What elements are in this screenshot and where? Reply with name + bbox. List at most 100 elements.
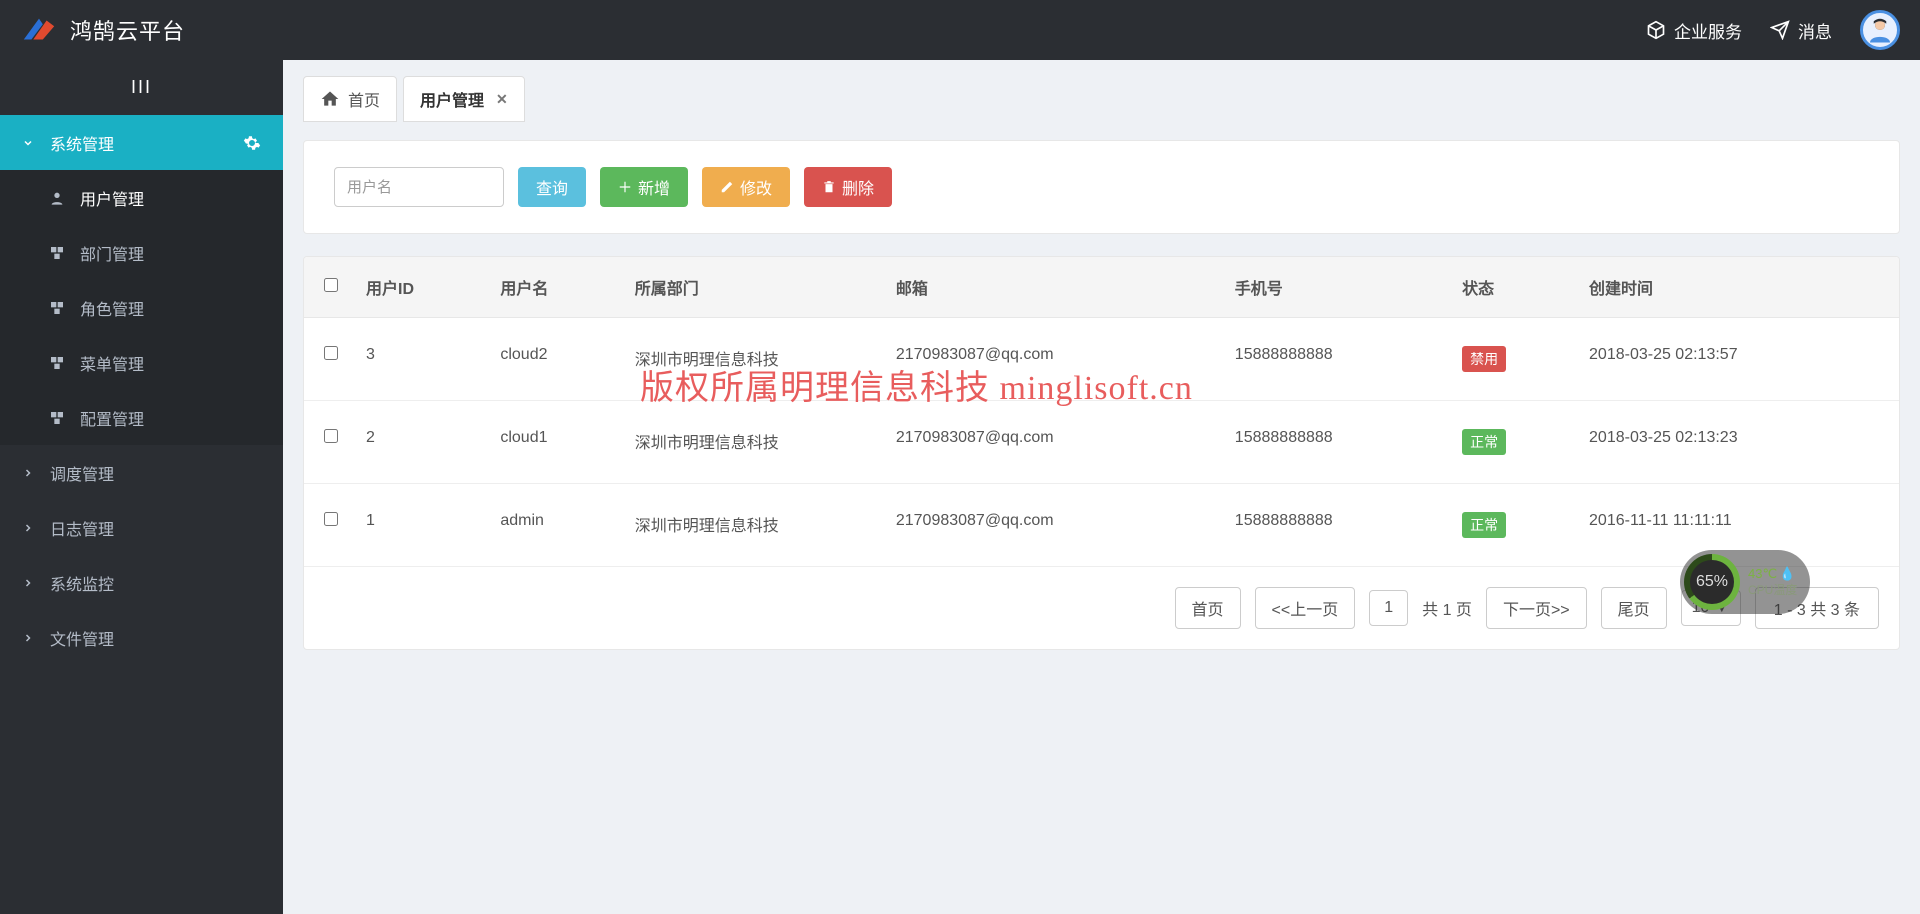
user-table: 用户ID 用户名 所属部门 邮箱 手机号 状态 创建时间 3cloud2深圳市明… bbox=[304, 257, 1899, 567]
edit-button[interactable]: 修改 bbox=[702, 167, 790, 207]
col-dept: 所属部门 bbox=[623, 257, 884, 318]
submenu-label: 角色管理 bbox=[80, 296, 144, 320]
query-button[interactable]: 查询 bbox=[518, 167, 586, 207]
chevron-down-icon bbox=[22, 137, 34, 149]
sidebar-toggle[interactable]: III bbox=[0, 60, 283, 115]
content-area: 首页 用户管理 ✕ 查询 新增 修改 删 bbox=[283, 60, 1920, 914]
page-last-button[interactable]: 尾页 bbox=[1601, 587, 1667, 629]
sidebar-item-menus[interactable]: 菜单管理 bbox=[0, 335, 283, 390]
cell-phone: 15888888888 bbox=[1223, 401, 1450, 484]
brand-logo-icon bbox=[20, 11, 58, 49]
cell-dept: 深圳市明理信息科技 bbox=[623, 484, 884, 567]
user-avatar[interactable] bbox=[1860, 10, 1900, 50]
sidebar-item-monitor[interactable]: 系统监控 bbox=[0, 555, 283, 610]
app-header: 鸿鹄云平台 企业服务 消息 bbox=[0, 0, 1920, 60]
cell-status: 正常 bbox=[1450, 484, 1577, 567]
chevron-right-icon bbox=[22, 632, 34, 644]
col-created: 创建时间 bbox=[1577, 257, 1899, 318]
sidebar-item-config[interactable]: 配置管理 bbox=[0, 390, 283, 445]
tab-home[interactable]: 首页 bbox=[303, 76, 397, 122]
cpu-widget: 65% 43℃ 💧 CPU温度 bbox=[1680, 550, 1810, 614]
cell-email: 2170983087@qq.com bbox=[884, 318, 1223, 401]
col-status: 状态 bbox=[1450, 257, 1577, 318]
menu-label: 系统管理 bbox=[50, 131, 114, 155]
col-username: 用户名 bbox=[488, 257, 622, 318]
cell-userid: 2 bbox=[354, 401, 488, 484]
sidebar-item-departments[interactable]: 部门管理 bbox=[0, 225, 283, 280]
cell-username: admin bbox=[488, 484, 622, 567]
col-userid: 用户ID bbox=[354, 257, 488, 318]
tab-close-icon[interactable]: ✕ bbox=[496, 91, 508, 108]
cell-username: cloud2 bbox=[488, 318, 622, 401]
table-row[interactable]: 2cloud1深圳市明理信息科技2170983087@qq.com1588888… bbox=[304, 401, 1899, 484]
tab-label: 用户管理 bbox=[420, 87, 484, 111]
row-checkbox[interactable] bbox=[324, 346, 338, 360]
cell-created: 2018-03-25 02:13:57 bbox=[1577, 318, 1899, 401]
messages-link[interactable]: 消息 bbox=[1770, 18, 1832, 43]
btn-label: 查询 bbox=[536, 175, 568, 199]
submenu-label: 用户管理 bbox=[80, 186, 144, 210]
chevron-right-icon bbox=[22, 522, 34, 534]
cubes-icon bbox=[48, 245, 66, 261]
sidebar-item-schedule[interactable]: 调度管理 bbox=[0, 445, 283, 500]
cubes-icon bbox=[48, 300, 66, 316]
cpu-ring-icon: 65% bbox=[1684, 554, 1740, 610]
brand-area: 鸿鹄云平台 bbox=[20, 11, 185, 49]
cell-status: 禁用 bbox=[1450, 318, 1577, 401]
sidebar-item-system[interactable]: 系统管理 bbox=[0, 115, 283, 170]
droplet-icon: 💧 bbox=[1779, 566, 1795, 583]
submenu-label: 菜单管理 bbox=[80, 351, 144, 375]
menu-label: 文件管理 bbox=[50, 626, 114, 650]
table-row[interactable]: 3cloud2深圳市明理信息科技2170983087@qq.com1588888… bbox=[304, 318, 1899, 401]
sidebar-item-roles[interactable]: 角色管理 bbox=[0, 280, 283, 335]
cell-status: 正常 bbox=[1450, 401, 1577, 484]
col-phone: 手机号 bbox=[1223, 257, 1450, 318]
btn-label: 修改 bbox=[740, 175, 772, 199]
menu-label: 调度管理 bbox=[50, 461, 114, 485]
row-checkbox[interactable] bbox=[324, 512, 338, 526]
menu-label: 系统监控 bbox=[50, 571, 114, 595]
page-current: 1 bbox=[1369, 590, 1408, 626]
btn-label: 新增 bbox=[638, 175, 670, 199]
header-right: 企业服务 消息 bbox=[1646, 10, 1900, 50]
page-first-button[interactable]: 首页 bbox=[1175, 587, 1241, 629]
cpu-label: CPU温度 bbox=[1748, 583, 1797, 599]
cell-userid: 3 bbox=[354, 318, 488, 401]
status-badge: 正常 bbox=[1462, 429, 1506, 455]
menu-label: 日志管理 bbox=[50, 516, 114, 540]
sidebar-item-files[interactable]: 文件管理 bbox=[0, 610, 283, 665]
tab-label: 首页 bbox=[348, 87, 380, 111]
col-email: 邮箱 bbox=[884, 257, 1223, 318]
cell-userid: 1 bbox=[354, 484, 488, 567]
cell-dept: 深圳市明理信息科技 bbox=[623, 318, 884, 401]
add-button[interactable]: 新增 bbox=[600, 167, 688, 207]
cell-phone: 15888888888 bbox=[1223, 318, 1450, 401]
row-checkbox[interactable] bbox=[324, 429, 338, 443]
menu-bars-icon: III bbox=[131, 77, 152, 98]
sidebar: III 系统管理 用户管理 部门管理 bbox=[0, 60, 283, 914]
page-prev-button[interactable]: <<上一页 bbox=[1255, 587, 1356, 629]
table-row[interactable]: 1admin深圳市明理信息科技2170983087@qq.com15888888… bbox=[304, 484, 1899, 567]
delete-button[interactable]: 删除 bbox=[804, 167, 892, 207]
filter-panel: 查询 新增 修改 删除 bbox=[303, 140, 1900, 234]
select-all-checkbox[interactable] bbox=[324, 278, 338, 292]
cell-created: 2018-03-25 02:13:23 bbox=[1577, 401, 1899, 484]
page-next-button[interactable]: 下一页>> bbox=[1486, 587, 1587, 629]
plus-icon bbox=[618, 180, 632, 194]
enterprise-service-link[interactable]: 企业服务 bbox=[1646, 18, 1742, 43]
toolbar: 查询 新增 修改 删除 bbox=[334, 167, 1869, 207]
user-icon bbox=[48, 190, 66, 206]
cubes-icon bbox=[48, 355, 66, 371]
sidebar-item-users[interactable]: 用户管理 bbox=[0, 170, 283, 225]
gear-icon bbox=[243, 134, 261, 152]
btn-label: 删除 bbox=[842, 175, 874, 199]
enterprise-label: 企业服务 bbox=[1674, 18, 1742, 43]
tab-user-mgmt[interactable]: 用户管理 ✕ bbox=[403, 76, 525, 122]
home-icon bbox=[320, 89, 340, 109]
status-badge: 禁用 bbox=[1462, 346, 1506, 372]
cell-email: 2170983087@qq.com bbox=[884, 484, 1223, 567]
username-input[interactable] bbox=[334, 167, 504, 207]
cube-icon bbox=[1646, 20, 1666, 40]
edit-icon bbox=[720, 180, 734, 194]
sidebar-item-logs[interactable]: 日志管理 bbox=[0, 500, 283, 555]
